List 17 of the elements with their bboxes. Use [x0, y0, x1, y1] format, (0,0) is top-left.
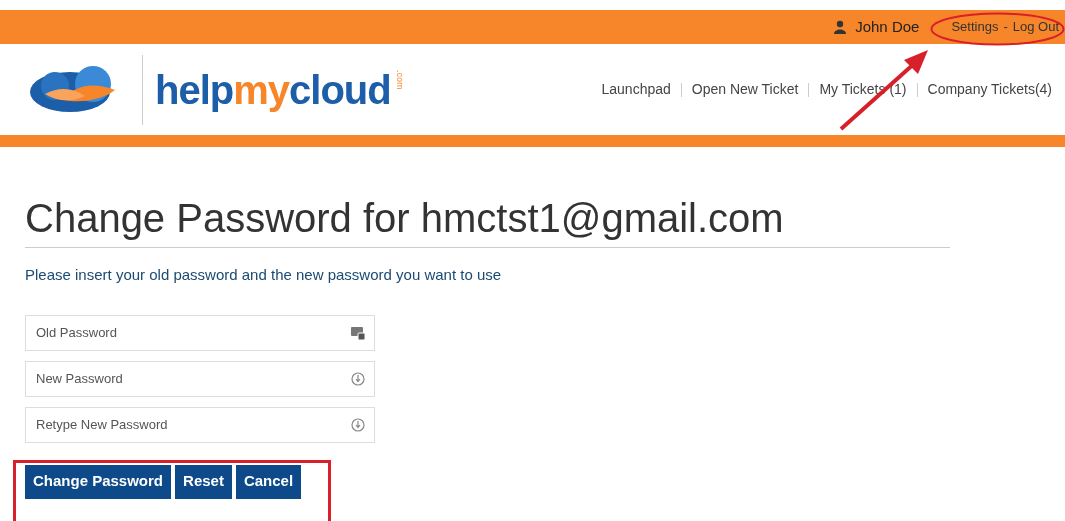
nav-link[interactable]: Launchpad	[601, 79, 671, 100]
password-field[interactable]: Retype New Password	[25, 406, 375, 443]
password-field[interactable]: New Password	[25, 360, 375, 397]
form-button[interactable]: Cancel	[235, 464, 302, 499]
site-logo[interactable]: helpmycloud .com	[155, 69, 407, 110]
top-link[interactable]: Log Out	[1012, 17, 1059, 37]
user-icon	[833, 20, 848, 34]
user-name[interactable]: John Doe	[855, 15, 920, 39]
top-link[interactable]: Settings	[951, 17, 999, 37]
form-button[interactable]: Reset	[175, 464, 232, 499]
form-button[interactable]: Change Password	[25, 464, 172, 499]
link-separator: -	[1003, 18, 1008, 37]
page-title: Change Password for hmctst1@gmail.com	[25, 195, 785, 242]
nav-link[interactable]: Company Tickets(4)	[927, 79, 1052, 100]
password-field[interactable]: Old Password	[25, 314, 375, 351]
nav-link[interactable]: Open New Ticket	[691, 79, 799, 100]
instruction-text: Please insert your old password and the new password you want to use	[25, 265, 503, 285]
